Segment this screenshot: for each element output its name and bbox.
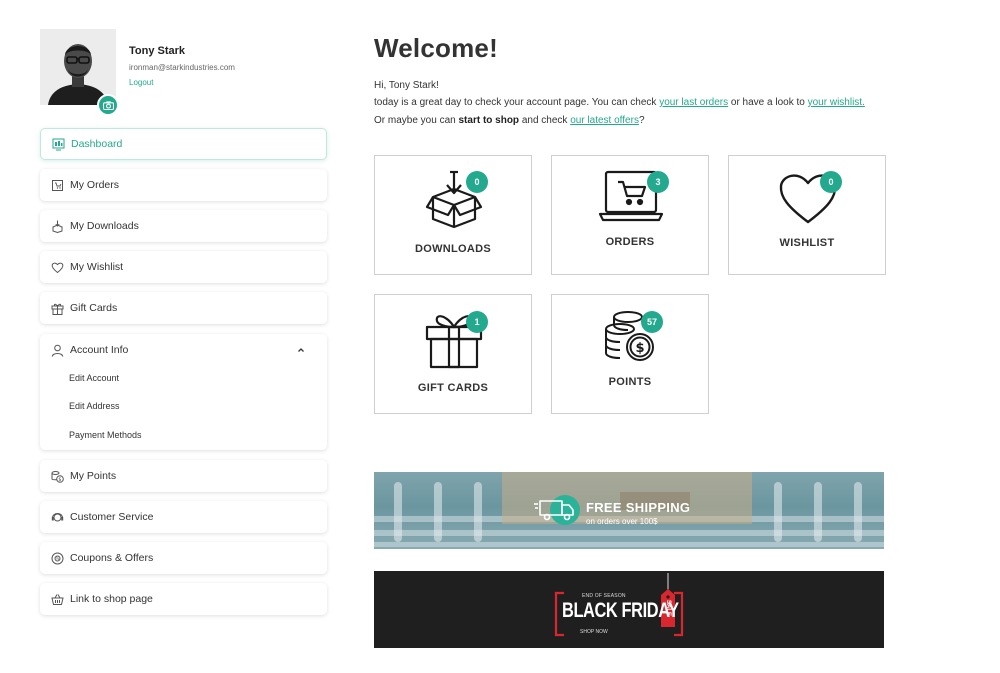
- greeting-text: Hi, Tony Stark!: [374, 80, 439, 91]
- shipping-title: FREE SHIPPING: [586, 500, 691, 515]
- intro-line: Or maybe you can start to shop and check…: [374, 115, 645, 126]
- profile-email: ironman@starkindustries.com: [129, 63, 235, 72]
- sidebar-item-label: Coupons & Offers: [70, 552, 154, 564]
- page-title: Welcome!: [374, 33, 498, 63]
- shipping-subtitle: on orders over 100$: [586, 517, 658, 526]
- sidebar-item-wishlist[interactable]: My Wishlist: [40, 251, 327, 283]
- tile-label: POINTS: [608, 376, 652, 388]
- intro-text: ?: [638, 115, 645, 126]
- sidebar-item-label: My Points: [70, 470, 117, 482]
- submenu-edit-address[interactable]: Edit Address: [69, 401, 120, 411]
- last-orders-link[interactable]: your last orders: [659, 97, 728, 108]
- tile-gift-cards[interactable]: 1 GIFT CARDS: [374, 294, 532, 414]
- profile-name: Tony Stark: [129, 45, 186, 57]
- shipping-badge: [534, 493, 580, 527]
- logout-link[interactable]: Logout: [129, 78, 153, 87]
- wishlist-count-badge: 0: [820, 171, 842, 193]
- headset-icon: [50, 510, 64, 524]
- sidebar-item-downloads[interactable]: My Downloads: [40, 210, 327, 242]
- sidebar-item-customer-service[interactable]: Customer Service: [40, 501, 327, 533]
- svg-text:$: $: [58, 477, 61, 483]
- sidebar-item-label: My Downloads: [70, 220, 139, 232]
- delivery-truck-icon: [534, 500, 574, 521]
- friday-shop-now: SHOP NOW: [580, 629, 608, 635]
- user-icon: [50, 343, 64, 357]
- submenu-payment-methods[interactable]: Payment Methods: [69, 430, 142, 440]
- sidebar-item-coupons[interactable]: % Coupons & Offers: [40, 542, 327, 574]
- intro-text: Or maybe you can: [374, 115, 459, 126]
- account-info-group: Account Info Edit Account Edit Address P…: [40, 334, 327, 450]
- sidebar-item-label: Customer Service: [70, 511, 154, 523]
- sidebar-item-label: Gift Cards: [70, 302, 118, 314]
- heart-icon: [50, 260, 64, 274]
- sidebar-item-dashboard[interactable]: Dashboard: [40, 128, 327, 160]
- gift-icon: [50, 301, 64, 315]
- sidebar-item-label: My Orders: [70, 179, 120, 191]
- points-count-badge: 57: [641, 311, 663, 333]
- tile-points[interactable]: $ 57 POINTS: [551, 294, 709, 414]
- change-avatar-button[interactable]: [97, 94, 119, 116]
- orders-count-badge: 3: [647, 171, 669, 193]
- sidebar-item-label: Link to shop page: [70, 593, 153, 605]
- orders-icon: [50, 178, 64, 192]
- wishlist-link[interactable]: your wishlist.: [808, 97, 865, 108]
- tile-downloads[interactable]: 0 DOWNLOADS: [374, 155, 532, 275]
- sidebar-item-gift-cards[interactable]: Gift Cards: [40, 292, 327, 324]
- tile-orders[interactable]: 3 ORDERS: [551, 155, 709, 275]
- intro-line: today is a great day to check your accou…: [374, 97, 865, 108]
- camera-icon: [102, 100, 114, 110]
- submenu-edit-account[interactable]: Edit Account: [69, 373, 119, 383]
- gift-cards-count-badge: 1: [466, 311, 488, 333]
- tile-wishlist[interactable]: 0 WISHLIST: [728, 155, 886, 275]
- svg-text:%: %: [55, 556, 59, 561]
- black-friday-banner[interactable]: END OF SEASON BLACK FRIDAY SALE SHOP NOW: [374, 571, 884, 648]
- downloads-icon: [50, 219, 64, 233]
- tile-label: WISHLIST: [779, 237, 835, 249]
- tile-label: DOWNLOADS: [414, 243, 492, 255]
- sidebar-item-account-info[interactable]: Account Info: [40, 334, 327, 366]
- tile-label: ORDERS: [605, 236, 655, 248]
- downloads-count-badge: 0: [466, 171, 488, 193]
- sidebar-item-label: Account Info: [70, 344, 129, 356]
- free-shipping-banner[interactable]: FREE SHIPPING on orders over 100$: [374, 472, 884, 549]
- coins-icon: $: [50, 469, 64, 483]
- sidebar-item-orders[interactable]: My Orders: [40, 169, 327, 201]
- user-profile: Tony Stark ironman@starkindustries.com L…: [40, 29, 330, 116]
- intro-text: or have a look to: [728, 97, 808, 108]
- chevron-up-icon[interactable]: [297, 346, 305, 354]
- sidebar-item-shop-link[interactable]: Link to shop page: [40, 583, 327, 615]
- intro-text: today is a great day to check your accou…: [374, 97, 660, 108]
- coupon-icon: %: [50, 551, 64, 565]
- sidebar-item-label: My Wishlist: [70, 261, 124, 273]
- sale-tag-label: SALE: [665, 600, 671, 617]
- sidebar-item-label: Dashboard: [71, 138, 123, 150]
- sidebar-item-points[interactable]: $ My Points: [40, 460, 327, 492]
- dashboard-icon: [51, 137, 65, 151]
- tile-label: GIFT CARDS: [417, 382, 489, 394]
- latest-offers-link[interactable]: our latest offers: [570, 115, 639, 126]
- intro-text: and check: [519, 115, 571, 126]
- start-shop-text: start to shop: [458, 115, 520, 126]
- friday-title: BLACK FRIDAY: [562, 599, 679, 622]
- svg-text:$: $: [635, 341, 644, 356]
- basket-icon: [50, 592, 64, 606]
